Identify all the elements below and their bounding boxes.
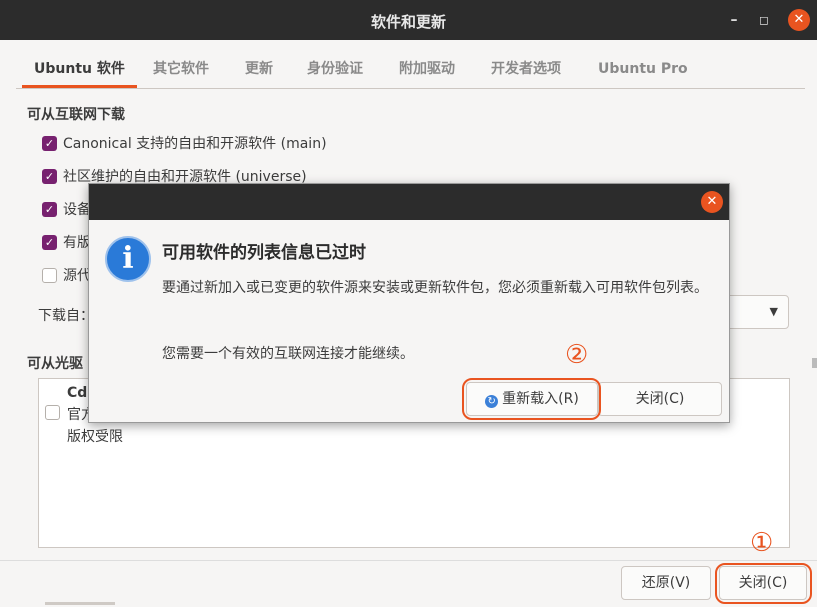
tab-additional-drivers[interactable]: 附加驱动 — [387, 50, 467, 88]
maximize-icon[interactable]: ◻ — [752, 8, 776, 32]
dialog-close-icon[interactable]: ✕ — [701, 191, 723, 213]
dialog-title: 可用软件的列表信息已过时 — [162, 243, 366, 263]
source-code-label: 源代 — [63, 268, 91, 284]
hidden-text-fragment — [45, 602, 115, 605]
checkbox-checked-icon[interactable]: ✓ — [42, 135, 57, 151]
source-code-checkbox-row[interactable]: 源代 — [42, 265, 91, 285]
main-repo-checkbox-row[interactable]: ✓ Canonical 支持的自由和开源软件 (main) — [42, 133, 327, 153]
checkbox-checked-icon[interactable]: ✓ — [42, 201, 57, 217]
restricted-repo-label: 设备 — [63, 202, 91, 218]
checkbox-unchecked-icon[interactable] — [45, 405, 60, 420]
window-close-icon[interactable]: ✕ — [788, 9, 810, 31]
bottom-separator — [0, 560, 817, 561]
cdrom-item-line3: 版权受限 — [67, 429, 123, 445]
dialog-message-reload: 要通过新加入或已变更的软件源来安装或更新软件包，您必须重新载入可用软件包列表。 — [162, 280, 708, 296]
dialog-message-network: 您需要一个有效的互联网连接才能继续。 — [162, 346, 414, 362]
annotation-badge-1: ① — [750, 528, 774, 558]
dropdown-arrow-icon: ▼ — [769, 305, 778, 318]
cdrom-section-title: 可从光驱 — [27, 356, 83, 372]
internet-section-title: 可从互联网下载 — [27, 107, 125, 123]
multiverse-repo-label: 有版 — [63, 235, 91, 251]
download-from-label: 下载自： — [38, 308, 94, 324]
checkbox-checked-icon[interactable]: ✓ — [42, 168, 57, 184]
tab-updates[interactable]: 更新 — [233, 50, 285, 88]
tab-ubuntu-software[interactable]: Ubuntu 软件 — [22, 50, 137, 88]
revert-button[interactable]: 还原(V) — [621, 566, 711, 600]
tab-bar: Ubuntu 软件 其它软件 更新 身份验证 附加驱动 开发者选项 Ubuntu… — [16, 50, 805, 89]
checkbox-unchecked-icon[interactable] — [42, 267, 57, 283]
tab-other-software[interactable]: 其它软件 — [141, 50, 221, 88]
scroll-edge-marker — [812, 358, 817, 368]
tab-developer-options[interactable]: 开发者选项 — [479, 50, 573, 88]
minimize-icon[interactable]: – — [722, 8, 746, 32]
annotation-circle-close — [715, 563, 812, 604]
tab-authentication[interactable]: 身份验证 — [295, 50, 375, 88]
multiverse-repo-checkbox-row[interactable]: ✓ 有版 — [42, 232, 91, 252]
outdated-list-dialog: ✕ i 可用软件的列表信息已过时 要通过新加入或已变更的软件源来安装或更新软件包… — [88, 183, 730, 423]
checkbox-checked-icon[interactable]: ✓ — [42, 234, 57, 250]
window-titlebar: 软件和更新 – ◻ ✕ — [0, 0, 817, 40]
dialog-titlebar: ✕ — [89, 184, 729, 220]
annotation-circle-reload — [462, 378, 601, 420]
restricted-repo-checkbox-row[interactable]: ✓ 设备 — [42, 199, 91, 219]
dialog-close-button[interactable]: 关闭(C) — [598, 382, 722, 416]
tab-ubuntu-pro[interactable]: Ubuntu Pro — [586, 50, 700, 88]
info-icon: i — [105, 236, 151, 282]
main-repo-label: Canonical 支持的自由和开源软件 (main) — [63, 136, 327, 152]
annotation-badge-2: ② — [565, 340, 589, 370]
window-title: 软件和更新 — [370, 13, 446, 31]
